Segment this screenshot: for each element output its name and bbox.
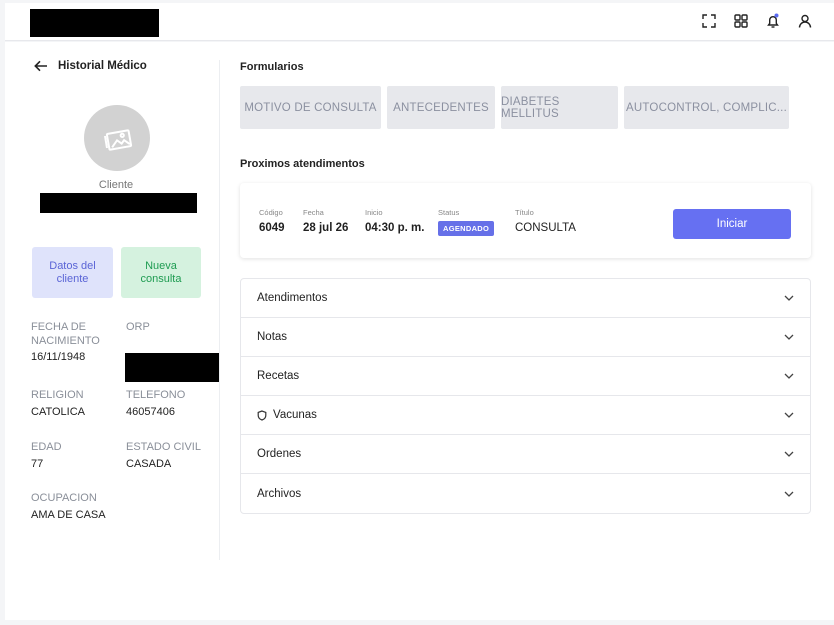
accordion: Atendimentos Notas Recetas Vacunas Orden… xyxy=(240,278,811,514)
chevron-down-icon xyxy=(784,491,794,497)
accordion-item-recetas[interactable]: Recetas xyxy=(241,357,810,396)
content-panel: Historial Médico Cliente Datos del clien… xyxy=(5,42,834,620)
appointment-code: Código 6049 xyxy=(259,208,285,234)
chevron-down-icon xyxy=(784,334,794,340)
new-consultation-button[interactable]: Nueva consulta xyxy=(121,247,201,298)
back-link[interactable]: Historial Médico xyxy=(34,60,147,72)
chevron-down-icon xyxy=(784,451,794,457)
field-occupation: OCUPACION AMA DE CASA xyxy=(31,492,106,521)
field-orp: ORP xyxy=(126,321,150,333)
chevron-down-icon xyxy=(784,295,794,301)
chevron-down-icon xyxy=(784,412,794,418)
client-data-button[interactable]: Datos del cliente xyxy=(32,247,113,298)
appointment-title: Título CONSULTA xyxy=(515,208,576,234)
appointment-start: Inicio 04:30 p. m. xyxy=(365,208,425,234)
user-icon[interactable] xyxy=(796,12,814,30)
accordion-item-atendimentos[interactable]: Atendimentos xyxy=(241,279,810,318)
shield-icon xyxy=(257,409,267,421)
appointment-status: Status AGENDADO xyxy=(438,208,495,236)
top-bar xyxy=(5,3,834,41)
bell-icon[interactable] xyxy=(764,12,782,30)
field-religion: RELIGION CATOLICA xyxy=(31,389,85,418)
field-phone: TELEFONO 46057406 xyxy=(126,389,186,418)
page-title: Historial Médico xyxy=(58,60,147,72)
upcoming-title: Proximos atendimentos xyxy=(240,158,365,170)
logo-redacted xyxy=(30,9,159,37)
grid-icon[interactable] xyxy=(732,12,750,30)
arrow-left-icon xyxy=(34,60,47,72)
client-label: Cliente xyxy=(98,179,134,191)
field-marital-status: ESTADO CIVIL CASADA xyxy=(126,441,201,470)
field-birthdate: FECHA DE NACIMIENTO 16/11/1948 xyxy=(31,321,100,363)
client-name-redacted xyxy=(40,193,197,213)
form-tab[interactable]: DIABETES MELLITUS xyxy=(501,86,618,129)
forms-title: Formularios xyxy=(240,61,304,73)
start-button[interactable]: Iniciar xyxy=(673,209,791,239)
orp-value-redacted xyxy=(125,353,219,382)
form-tabs: MOTIVO DE CONSULTA ANTECEDENTES DIABETES… xyxy=(240,86,789,129)
form-tab[interactable]: AUTOCONTROL, COMPLIC... xyxy=(624,86,789,129)
form-tab[interactable]: MOTIVO DE CONSULTA xyxy=(240,86,381,129)
appointment-card: Código 6049 Fecha 28 jul 26 Inicio 04:30… xyxy=(240,183,811,258)
appointment-date: Fecha 28 jul 26 xyxy=(303,208,349,234)
field-age: EDAD 77 xyxy=(31,441,62,470)
form-tab[interactable]: ANTECEDENTES xyxy=(387,86,495,129)
accordion-item-vacunas[interactable]: Vacunas xyxy=(241,396,810,435)
accordion-item-ordenes[interactable]: Ordenes xyxy=(241,435,810,474)
chevron-down-icon xyxy=(784,373,794,379)
status-badge: AGENDADO xyxy=(438,221,495,236)
image-icon xyxy=(104,129,133,151)
avatar xyxy=(84,105,150,171)
patient-sidebar: Historial Médico Cliente Datos del clien… xyxy=(5,60,220,560)
fullscreen-icon[interactable] xyxy=(700,12,718,30)
accordion-item-notas[interactable]: Notas xyxy=(241,318,810,357)
accordion-item-archivos[interactable]: Archivos xyxy=(241,474,810,513)
